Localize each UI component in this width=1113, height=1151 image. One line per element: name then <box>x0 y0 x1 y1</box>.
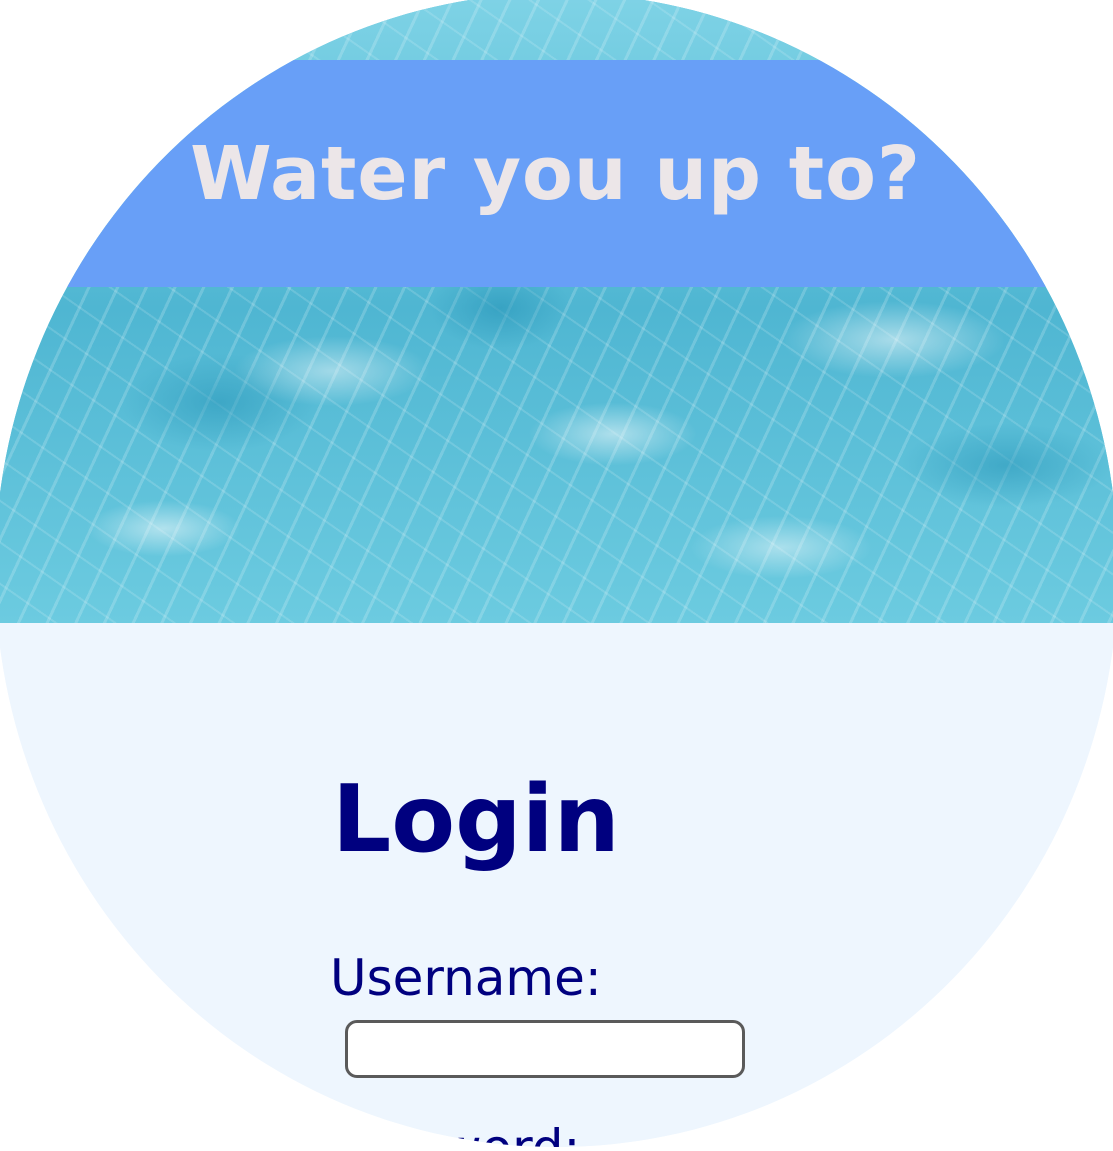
header-banner: Water you up to? <box>0 60 1113 287</box>
username-label: Username: <box>330 949 602 1007</box>
site-title: Water you up to? <box>190 130 921 217</box>
username-input[interactable] <box>345 1020 745 1078</box>
password-label: Password: <box>330 1123 580 1147</box>
page-viewport: Water you up to? Login Username: Passwor… <box>0 0 1113 1151</box>
login-form: Login Username: Password: <box>0 623 1113 1147</box>
circular-page-frame: Water you up to? Login Username: Passwor… <box>0 0 1113 1147</box>
login-heading: Login <box>332 765 620 873</box>
